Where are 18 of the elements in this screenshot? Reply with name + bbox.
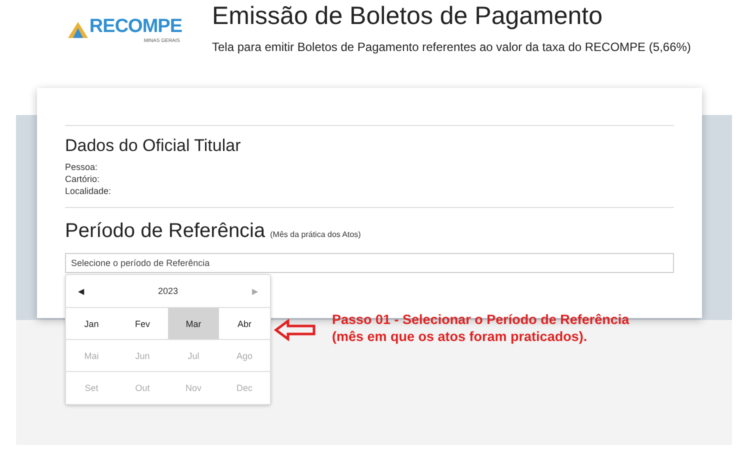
mountain-icon <box>68 22 88 38</box>
field-label: Localidade: <box>65 185 112 197</box>
field-label: Pessoa: <box>65 161 99 173</box>
month-cell[interactable]: Mar <box>168 308 219 340</box>
next-year-button[interactable]: ▶ <box>252 286 258 296</box>
section-heading: Período de Referência <box>65 220 266 243</box>
left-arrow-icon <box>274 319 316 341</box>
month-cell[interactable]: Abr <box>219 308 270 340</box>
page-subtitle: Tela para emitir Boletos de Pagamento referentes ao valor da taxa do RECOMPE (5,66%) <box>212 40 691 54</box>
previous-year-button[interactable]: ◀ <box>78 286 84 296</box>
field-label: Cartório: <box>65 173 101 185</box>
annotation-text: Passo 01 - Selecionar o Período de Referência (mês em que os atos foram praticados). <box>332 311 630 345</box>
period-input-field[interactable]: Selecione o período de Referência <box>65 253 674 273</box>
month-cell[interactable]: Jan <box>66 308 117 340</box>
section-note: (Mês da prática dos Atos) <box>270 230 361 239</box>
page-title: Emissão de Boletos de Pagamento <box>212 2 604 31</box>
section-heading: Dados do Oficial Titular <box>65 136 242 156</box>
year-label: 2023 <box>158 286 178 296</box>
